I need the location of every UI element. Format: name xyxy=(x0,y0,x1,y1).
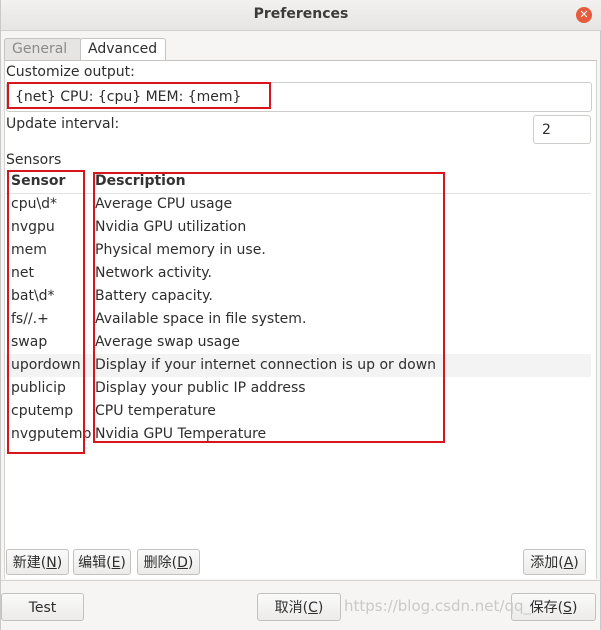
table-row[interactable]: cputemp CPU temperature xyxy=(6,400,591,423)
sensor-cell: swap xyxy=(11,334,48,350)
sensor-cell: net xyxy=(11,265,34,281)
sensor-cell: nvgputemp xyxy=(11,426,92,442)
cancel-button-mnemonic: C xyxy=(308,600,318,616)
new-button-label: 新建( xyxy=(12,555,47,571)
description-cell: Battery capacity. xyxy=(95,288,213,304)
description-cell: Network activity. xyxy=(95,265,212,281)
window-title: Preferences xyxy=(253,6,349,22)
customize-output-input[interactable]: {net} CPU: {cpu} MEM: {mem} xyxy=(6,82,592,112)
table-row[interactable]: publicip Display your public IP address xyxy=(6,377,591,400)
table-row[interactable]: swap Average swap usage xyxy=(6,331,591,354)
edit-button-label-end: ) xyxy=(120,555,126,571)
sensor-cell: publicip xyxy=(11,380,66,396)
sensor-cell: cpu\d* xyxy=(11,196,58,212)
description-cell: Display if your internet connection is u… xyxy=(95,357,437,373)
footer-divider xyxy=(1,580,601,581)
description-cell: Average swap usage xyxy=(95,334,240,350)
delete-button-label: 删除( xyxy=(143,555,178,571)
sensor-cell: bat\d* xyxy=(11,288,55,304)
new-button-mnemonic: N xyxy=(46,555,57,571)
table-row[interactable]: net Network activity. xyxy=(6,262,591,285)
sensor-cell: fs//.+ xyxy=(11,311,49,327)
sensors-label: Sensors xyxy=(6,152,62,168)
close-icon: ✕ xyxy=(579,8,589,21)
add-button[interactable]: 添加(A) xyxy=(523,549,586,575)
tab-general[interactable]: General xyxy=(4,38,82,60)
sensor-cell: mem xyxy=(11,242,47,258)
close-button[interactable]: ✕ xyxy=(576,7,592,23)
sensor-cell: upordown xyxy=(11,357,81,373)
table-row[interactable]: nvgpu Nvidia GPU utilization xyxy=(6,216,591,239)
description-cell: Average CPU usage xyxy=(95,196,233,212)
new-button[interactable]: 新建(N) xyxy=(6,549,69,575)
table-row[interactable]: bat\d* Battery capacity. xyxy=(6,285,591,308)
save-button-label: 保存( xyxy=(529,600,564,616)
column-header-sensor[interactable]: Sensor xyxy=(11,170,65,192)
save-button-mnemonic: S xyxy=(563,600,572,616)
table-row[interactable]: nvgputemp Nvidia GPU Temperature xyxy=(6,423,591,446)
description-cell: Nvidia GPU Temperature xyxy=(95,426,267,442)
cancel-button-label: 取消( xyxy=(274,600,309,616)
add-button-mnemonic: A xyxy=(563,555,574,571)
description-cell: CPU temperature xyxy=(95,403,216,419)
cancel-button-label-end: ) xyxy=(317,600,324,616)
table-row[interactable]: mem Physical memory in use. xyxy=(6,239,591,262)
sensor-cell: cputemp xyxy=(11,403,74,419)
tab-advanced[interactable]: Advanced xyxy=(80,38,166,60)
edit-button-label: 编辑( xyxy=(78,555,112,571)
sensors-table: Sensor Description cpu\d* Average CPU usa… xyxy=(6,170,591,448)
title-bar[interactable]: Preferences ✕ xyxy=(1,0,601,31)
edit-button[interactable]: 编辑(E) xyxy=(73,549,131,575)
test-button[interactable]: Test xyxy=(1,593,84,621)
delete-button-label-end: ) xyxy=(187,555,194,571)
table-row[interactable]: cpu\d* Average CPU usage xyxy=(6,193,591,216)
description-cell: Physical memory in use. xyxy=(95,242,266,258)
watermark-text: https://blog.csdn.net/qq_ xyxy=(344,597,531,615)
add-button-label: 添加( xyxy=(530,555,564,571)
new-button-label-end: ) xyxy=(56,555,63,571)
sensor-cell: nvgpu xyxy=(11,219,55,235)
description-cell: Display your public IP address xyxy=(95,380,306,396)
table-row[interactable]: upordown Display if your internet connect… xyxy=(6,354,591,377)
update-interval-label: Update interval: xyxy=(6,116,120,132)
add-button-label-end: ) xyxy=(573,555,579,571)
table-row[interactable]: fs//.+ Available space in file system. xyxy=(6,308,591,331)
column-header-description[interactable]: Description xyxy=(95,170,186,192)
save-button-label-end: ) xyxy=(571,600,578,616)
description-cell: Available space in file system. xyxy=(95,311,307,327)
delete-button[interactable]: 删除(D) xyxy=(137,549,200,575)
delete-button-mnemonic: D xyxy=(177,555,188,571)
customize-output-label: Customize output: xyxy=(6,64,135,80)
update-interval-input[interactable]: 2 xyxy=(533,115,591,144)
preferences-window: Preferences ✕ General Advanced Customize… xyxy=(0,0,601,630)
description-cell: Nvidia GPU utilization xyxy=(95,219,247,235)
cancel-button[interactable]: 取消(C) xyxy=(257,593,341,621)
